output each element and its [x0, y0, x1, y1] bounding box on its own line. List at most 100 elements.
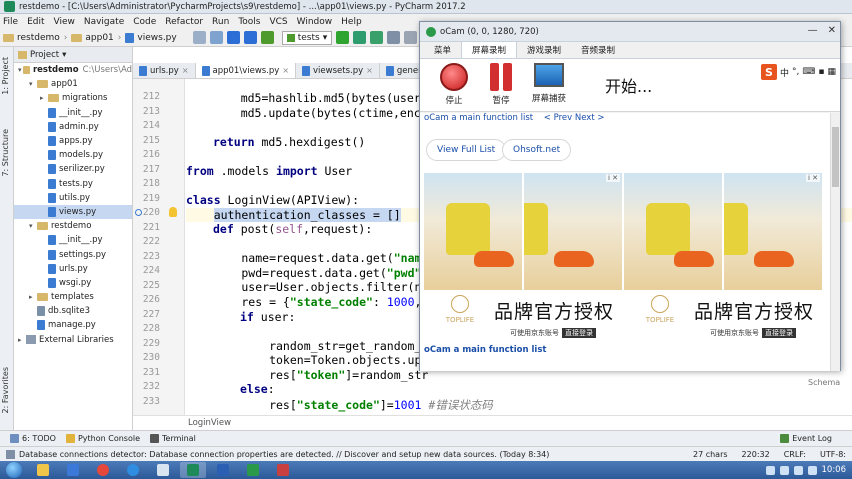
chevron-right-icon[interactable]: ▸	[18, 336, 26, 344]
chevron-down-icon[interactable]: ▾	[29, 222, 37, 230]
override-marker-icon[interactable]	[135, 209, 142, 216]
tree-item[interactable]: manage.py	[14, 318, 132, 332]
tree-item[interactable]: ▾ app01	[14, 77, 132, 91]
status-message[interactable]: Database connections detector: Database …	[19, 450, 549, 459]
menu-tools[interactable]: Tools	[238, 17, 260, 27]
punctuation-icon[interactable]: °,	[792, 67, 799, 77]
menu-file[interactable]: File	[3, 17, 18, 27]
tab-menu[interactable]: 菜单	[424, 42, 461, 58]
tree-item[interactable]: apps.py	[14, 134, 132, 148]
keyboard-icon[interactable]: ⌨	[802, 67, 815, 77]
ad-image[interactable]	[424, 173, 522, 290]
build-icon[interactable]	[260, 31, 274, 44]
tree-item[interactable]: ▾ restdemo	[14, 219, 132, 233]
skin-icon[interactable]: ▪	[818, 67, 824, 77]
tab-audio-record[interactable]: 音频录制	[571, 42, 625, 58]
ocam-scrollbar[interactable]	[830, 113, 840, 371]
minimize-icon[interactable]: —	[808, 25, 818, 36]
favorites-tool-tab[interactable]: 2: Favorites	[1, 367, 10, 413]
ad-close-icon[interactable]: i ✕	[605, 174, 620, 182]
ime-toolbar[interactable]: S 中 °, ⌨ ▪ ▦	[760, 64, 836, 80]
taskbar-notepad[interactable]	[150, 462, 176, 478]
main-function-link-bottom[interactable]: oCam a main function list	[424, 345, 546, 355]
tab-screen-record[interactable]: 屏幕录制	[461, 41, 518, 58]
tree-item[interactable]: utils.py	[14, 191, 132, 205]
caret-position[interactable]: 220:32	[742, 450, 770, 459]
pause-button[interactable]: 暂停	[488, 63, 514, 106]
editor-tab[interactable]: app01\views.py ×	[195, 63, 297, 78]
event-log-tool-button[interactable]: Event Log	[780, 434, 832, 443]
ad-login-note[interactable]: 可使用京东账号 直接登录	[510, 328, 596, 338]
tree-item[interactable]: __init__.py	[14, 233, 132, 247]
tree-item[interactable]: admin.py	[14, 120, 132, 134]
ad-title[interactable]: 品牌官方授权	[694, 297, 814, 324]
taskbar-explorer[interactable]	[30, 462, 56, 478]
todo-tool-button[interactable]: 6: TODO	[10, 434, 56, 443]
menu-vcs[interactable]: VCS	[269, 17, 287, 27]
structure-tool-tab[interactable]: 7: Structure	[1, 129, 10, 177]
intention-bulb-icon[interactable]	[169, 207, 177, 217]
taskbar-chrome[interactable]	[90, 462, 116, 478]
tree-item[interactable]: urls.py	[14, 262, 132, 276]
sogou-ime-icon[interactable]: S	[760, 64, 777, 80]
menu-navigate[interactable]: Navigate	[84, 17, 124, 27]
main-function-link[interactable]: oCam a main function list	[424, 113, 533, 123]
taskbar-ie[interactable]	[120, 462, 146, 478]
run-icon[interactable]	[336, 31, 350, 44]
close-icon[interactable]: ×	[282, 66, 289, 75]
back-icon[interactable]	[226, 31, 240, 44]
chevron-down-icon[interactable]: ▾	[29, 80, 37, 88]
ad-image[interactable]: i ✕	[724, 173, 822, 290]
start-button-icon[interactable]	[6, 462, 22, 478]
editor-breadcrumb-class[interactable]: LoginView	[188, 418, 231, 428]
menu-edit[interactable]: Edit	[27, 17, 44, 27]
coverage-icon[interactable]	[370, 31, 384, 44]
line-separator[interactable]: CRLF:	[784, 450, 806, 459]
sync-icon[interactable]	[209, 31, 223, 44]
taskbar-app[interactable]	[270, 462, 296, 478]
editor-tab[interactable]: urls.py ×	[133, 63, 196, 78]
menu-help[interactable]: Help	[341, 17, 362, 27]
settings-icon[interactable]	[404, 31, 418, 44]
tree-item[interactable]: serilizer.py	[14, 162, 132, 176]
stop-icon[interactable]	[387, 31, 401, 44]
tree-item[interactable]: settings.py	[14, 247, 132, 261]
tree-item[interactable]: ▸ templates	[14, 290, 132, 304]
close-icon[interactable]: ✕	[828, 25, 836, 36]
ad-title[interactable]: 品牌官方授权	[494, 297, 614, 324]
tray-icon[interactable]	[779, 465, 789, 475]
ad-image[interactable]	[624, 173, 722, 290]
menu-refactor[interactable]: Refactor	[165, 17, 203, 27]
editor-tab[interactable]: viewsets.py ×	[296, 63, 380, 78]
taskbar-pycharm[interactable]	[180, 462, 206, 478]
project-tool-tab[interactable]: 1: Project	[1, 57, 10, 95]
ad-close-icon[interactable]: i ✕	[805, 174, 820, 182]
taskbar-media[interactable]	[60, 462, 86, 478]
menu-view[interactable]: View	[54, 17, 75, 27]
view-full-list-button[interactable]: View Full List	[426, 139, 507, 161]
tree-item[interactable]: ▸ External Libraries	[14, 333, 132, 347]
tree-item[interactable]: wsgi.py	[14, 276, 132, 290]
screen-capture-button[interactable]: 屏幕捕获	[532, 63, 566, 104]
python-console-tool-button[interactable]: Python Console	[65, 434, 140, 443]
breadcrumb-app01[interactable]: app01	[71, 33, 114, 43]
ad-login-note[interactable]: 可使用京东账号 直接登录	[710, 328, 796, 338]
chevron-right-icon[interactable]: ▸	[40, 94, 48, 102]
network-icon[interactable]	[793, 465, 803, 475]
taskbar-word[interactable]	[210, 462, 236, 478]
run-config-select[interactable]: tests ▾	[281, 30, 333, 45]
tree-item[interactable]: __init__.py	[14, 106, 132, 120]
stop-button[interactable]: 停止	[440, 63, 468, 106]
project-view-selector[interactable]: Project	[30, 50, 59, 60]
chevron-down-icon[interactable]: ▾	[62, 50, 66, 60]
volume-icon[interactable]	[807, 465, 817, 475]
chevron-right-icon[interactable]: ▸	[29, 293, 37, 301]
menu-code[interactable]: Code	[133, 17, 156, 27]
taskbar-ocam[interactable]	[240, 462, 266, 478]
terminal-tool-button[interactable]: Terminal	[150, 434, 196, 443]
close-icon[interactable]: ×	[182, 66, 189, 75]
scrollbar-thumb[interactable]	[832, 127, 839, 187]
ohsoft-button[interactable]: Ohsoft.net	[502, 139, 572, 161]
tree-item[interactable]: tests.py	[14, 177, 132, 191]
menu-window[interactable]: Window	[297, 17, 333, 27]
